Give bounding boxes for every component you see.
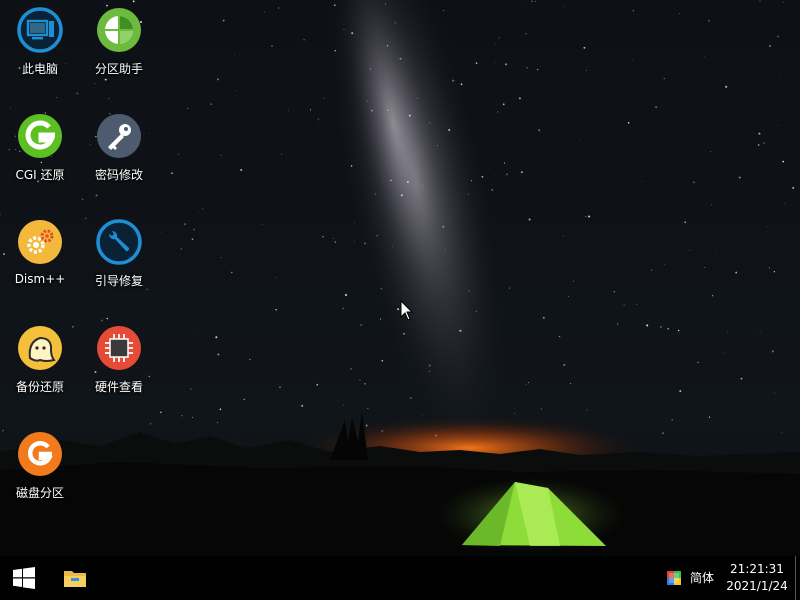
disk-partition-icon bbox=[16, 430, 64, 478]
desktop-icon-dism[interactable]: Dism++ bbox=[2, 212, 78, 296]
ghost-icon bbox=[16, 324, 64, 372]
clock-date: 2021/1/24 bbox=[726, 579, 788, 593]
desktop-icon-hardware-view[interactable]: 硬件查看 bbox=[81, 318, 157, 402]
desktop-icon-label: 密码修改 bbox=[94, 168, 143, 182]
partition-assistant-icon bbox=[95, 6, 143, 54]
desktop-icon-password-change[interactable]: 密码修改 bbox=[81, 106, 157, 190]
desktop-icon-label: Dism++ bbox=[14, 272, 66, 286]
clock[interactable]: 21:21:31 2021/1/24 bbox=[724, 561, 790, 595]
language-indicator[interactable]: 简体 bbox=[690, 556, 714, 600]
desktop-icon-label: 此电脑 bbox=[21, 62, 58, 76]
cgi-restore-icon bbox=[16, 112, 64, 160]
wrench-icon bbox=[95, 218, 143, 266]
desktop-icon-backup-restore[interactable]: 备份还原 bbox=[2, 318, 78, 402]
desktop-icon-partition-assistant[interactable]: 分区助手 bbox=[81, 0, 157, 84]
windows-logo-icon bbox=[13, 567, 35, 589]
desktop-icon-label: 分区助手 bbox=[94, 62, 143, 76]
desktop: 此电脑 分区助手 CGI 还原 密码修改 Dism++ 引导修复 备份还原 硬件… bbox=[0, 0, 800, 556]
desktop-icon-disk-partition[interactable]: 磁盘分区 bbox=[2, 424, 78, 508]
desktop-icon-cgi-restore[interactable]: CGI 还原 bbox=[2, 106, 78, 190]
input-method-icon bbox=[667, 571, 681, 585]
file-explorer-icon bbox=[64, 571, 86, 587]
dism-gears-icon bbox=[16, 218, 64, 266]
desktop-icon-label: 引导修复 bbox=[94, 274, 143, 288]
key-icon bbox=[95, 112, 143, 160]
desktop-icon-boot-repair[interactable]: 引导修复 bbox=[81, 212, 157, 296]
chip-icon bbox=[95, 324, 143, 372]
desktop-icon-label: 备份还原 bbox=[15, 380, 64, 394]
desktop-icon-label: 磁盘分区 bbox=[15, 486, 64, 500]
taskbar-file-explorer-button[interactable] bbox=[51, 556, 99, 600]
taskbar: 简体 21:21:31 2021/1/24 bbox=[0, 556, 800, 600]
desktop-icon-label: CGI 还原 bbox=[15, 168, 65, 182]
desktop-icon-this-pc[interactable]: 此电脑 bbox=[2, 0, 78, 84]
start-button[interactable] bbox=[0, 556, 48, 600]
show-desktop-button[interactable] bbox=[795, 556, 796, 600]
mouse-pointer-icon bbox=[400, 300, 414, 321]
this-pc-icon bbox=[16, 6, 64, 54]
input-method-button[interactable] bbox=[662, 566, 686, 590]
desktop-icon-label: 硬件查看 bbox=[94, 380, 143, 394]
clock-time: 21:21:31 bbox=[730, 562, 784, 576]
